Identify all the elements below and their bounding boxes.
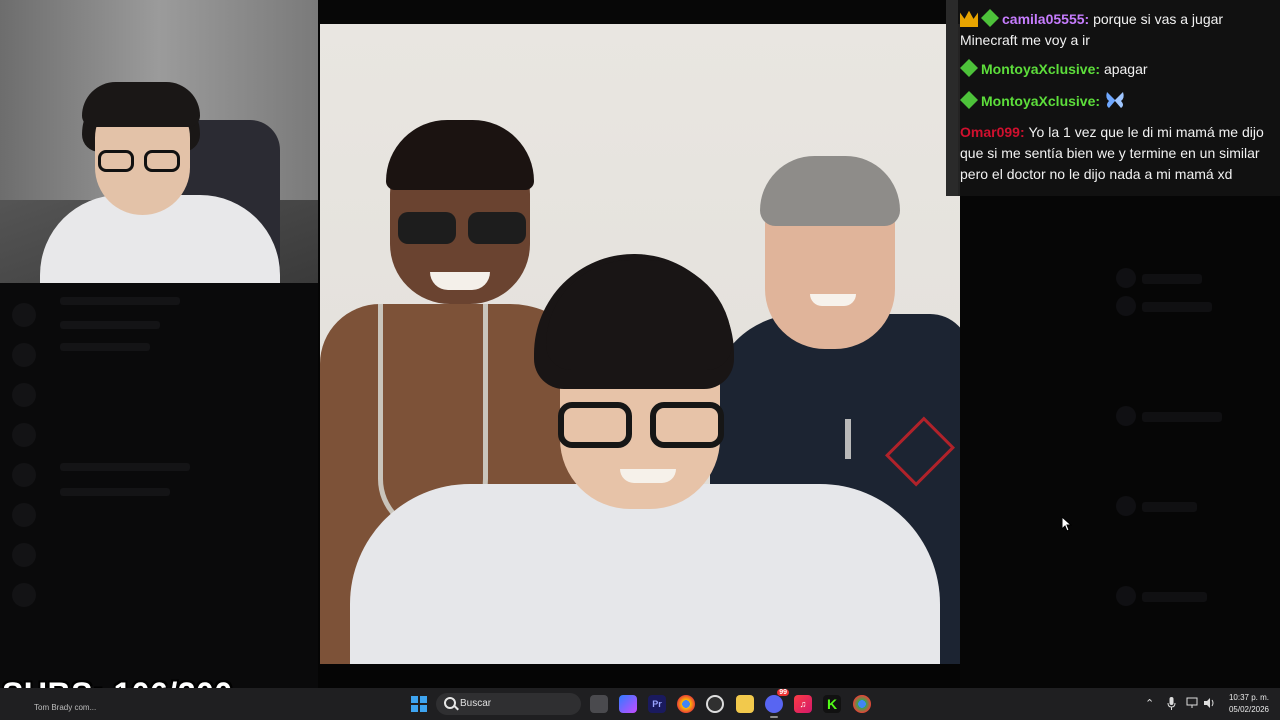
- meme-image: [320, 24, 960, 664]
- member-avatar: [1116, 496, 1136, 516]
- channel-row: [60, 321, 160, 329]
- right-person-hair: [760, 156, 900, 226]
- taskbar-notification-text[interactable]: Tom Brady com...: [34, 703, 96, 712]
- butterfly-emote: [1104, 89, 1126, 111]
- member-avatar: [1116, 406, 1136, 426]
- discord-badge: 99: [777, 689, 789, 696]
- chat-username: MontoyaXclusive: [981, 93, 1096, 109]
- premiere-icon[interactable]: Pr: [648, 695, 666, 713]
- chrome-alt-icon[interactable]: [853, 695, 871, 713]
- center-person-shirt: [350, 484, 940, 664]
- taskbar-search-box[interactable]: Buscar: [436, 693, 581, 715]
- itunes-icon[interactable]: ♫: [794, 695, 812, 713]
- file-explorer-icon[interactable]: [736, 695, 754, 713]
- windows-taskbar: Tom Brady com... Buscar Pr 99 ♫ K ⌃ 10:3…: [0, 688, 1280, 720]
- chat-text: porque si vas a jugar Minecraft me voy a…: [960, 11, 1224, 48]
- discord-icon[interactable]: 99: [765, 689, 789, 718]
- copilot-icon[interactable]: [619, 695, 637, 713]
- member-row: [1142, 592, 1207, 602]
- chat-message: camila05555: porque si vas a jugar Minec…: [960, 9, 1272, 51]
- server-icon: [12, 543, 36, 567]
- center-person-smile: [620, 469, 676, 483]
- member-row: [1142, 502, 1197, 512]
- server-icon: [12, 463, 36, 487]
- server-icon: [12, 583, 36, 607]
- taskbar-clock[interactable]: 10:37 p. m. 05/02/2026: [1222, 692, 1276, 716]
- sunglasses: [398, 212, 528, 246]
- member-avatar: [1116, 586, 1136, 606]
- background-discord-members: [960, 196, 1280, 688]
- background-discord-panel: [0, 283, 318, 688]
- channel-row: [60, 488, 170, 496]
- member-row: [1142, 302, 1212, 312]
- center-person-glasses: [558, 402, 726, 450]
- webcam-feed: [0, 0, 318, 283]
- jacket-zipper: [845, 419, 851, 459]
- streamer-glasses: [98, 150, 182, 174]
- left-person-smile: [430, 272, 490, 290]
- channel-row: [60, 463, 190, 471]
- member-avatar: [1116, 268, 1136, 288]
- server-icon: [12, 303, 36, 327]
- chat-message: MontoyaXclusive:: [960, 89, 1272, 112]
- gem-icon: [960, 91, 978, 109]
- crown-icon: [960, 10, 978, 27]
- microphone-icon[interactable]: [1167, 697, 1176, 713]
- search-icon: [444, 697, 456, 709]
- search-placeholder: Buscar: [460, 698, 492, 709]
- chat-text: apagar: [1103, 61, 1148, 77]
- chat-username: Omar099: [960, 124, 1020, 140]
- volume-icon[interactable]: [1203, 697, 1216, 712]
- server-icon: [12, 503, 36, 527]
- chat-colon: :: [1095, 61, 1101, 77]
- chrome-icon[interactable]: [677, 695, 695, 713]
- chat-scrollbar[interactable]: [946, 0, 958, 196]
- chat-colon: :: [1019, 124, 1025, 140]
- clock-time: 10:37 p. m.: [1228, 693, 1270, 702]
- member-row: [1142, 274, 1202, 284]
- left-person-hair: [386, 120, 534, 190]
- chat-colon: :: [1095, 93, 1101, 109]
- kick-icon[interactable]: K: [823, 695, 841, 713]
- server-icon: [12, 383, 36, 407]
- member-avatar: [1116, 296, 1136, 316]
- right-person-smile: [810, 294, 856, 306]
- window-title-bar: [320, 0, 946, 24]
- chat-message: MontoyaXclusive: apagar: [960, 59, 1272, 80]
- chat-username: MontoyaXclusive: [981, 61, 1096, 77]
- chat-colon: :: [1084, 11, 1090, 27]
- gem-icon: [960, 59, 978, 77]
- chevron-up-icon[interactable]: ⌃: [1145, 697, 1154, 710]
- channel-row: [60, 343, 150, 351]
- server-icon: [12, 343, 36, 367]
- server-icon: [12, 423, 36, 447]
- chat-overlay: camila05555: porque si vas a jugar Minec…: [946, 0, 1280, 196]
- channel-row: [60, 297, 180, 305]
- windows-start-icon[interactable]: [411, 696, 427, 712]
- clock-date: 05/02/2026: [1228, 705, 1270, 714]
- task-view-icon[interactable]: [590, 695, 608, 713]
- member-row: [1142, 412, 1222, 422]
- obs-icon[interactable]: [706, 695, 724, 713]
- streamer-hair-top: [82, 82, 200, 127]
- network-icon[interactable]: [1186, 697, 1198, 712]
- gem-icon: [981, 9, 999, 27]
- chat-message: Omar099: Yo la 1 vez que le di mi mamá m…: [960, 122, 1272, 185]
- chat-username: camila05555: [1002, 11, 1085, 27]
